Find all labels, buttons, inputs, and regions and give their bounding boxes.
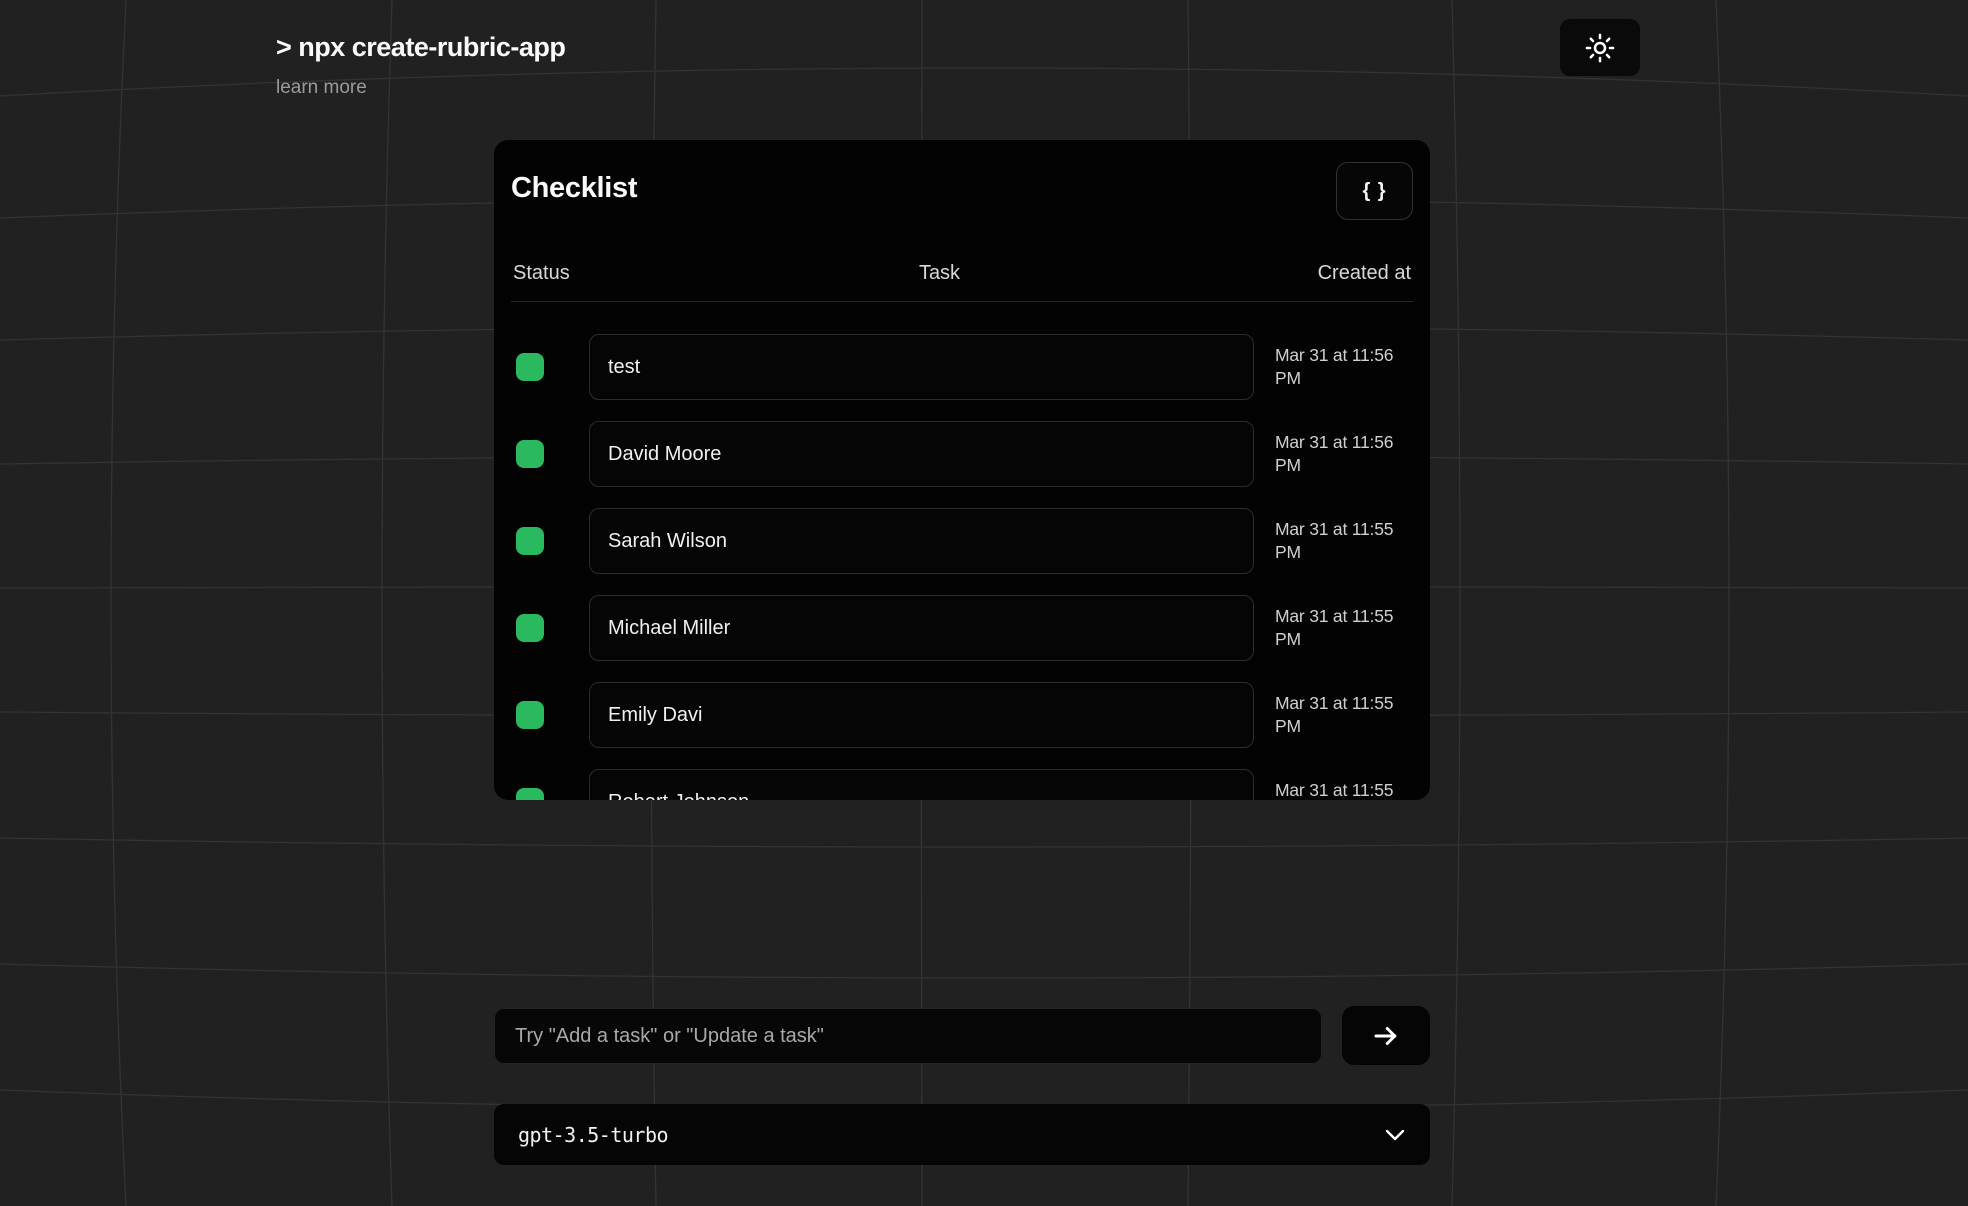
task-checkbox[interactable] xyxy=(516,353,544,381)
checklist-card: Checklist { } Status Task Created at Mar… xyxy=(494,140,1430,800)
task-input[interactable] xyxy=(589,769,1254,800)
header-divider xyxy=(511,301,1413,302)
task-input[interactable] xyxy=(589,682,1254,748)
checklist-title: Checklist xyxy=(511,172,637,205)
task-list: Mar 31 at 11:56 PM Mar 31 at 11:56 PM Ma… xyxy=(511,334,1413,800)
created-at-label: Mar 31 at 11:56 PM xyxy=(1275,344,1413,390)
created-at-label: Mar 31 at 11:55 PM xyxy=(1275,692,1413,738)
submit-task-button[interactable] xyxy=(1342,1006,1430,1065)
table-row: Mar 31 at 11:56 PM xyxy=(511,421,1413,487)
table-row: Mar 31 at 11:55 PM xyxy=(511,508,1413,574)
task-checkbox[interactable] xyxy=(516,614,544,642)
column-header-created-at: Created at xyxy=(1272,262,1413,285)
sun-icon xyxy=(1585,33,1615,63)
table-row: Mar 31 at 11:55 PM xyxy=(511,595,1413,661)
chevron-down-icon xyxy=(1384,1128,1406,1142)
task-input[interactable] xyxy=(589,508,1254,574)
model-select[interactable]: gpt-3.5-turbo xyxy=(494,1104,1430,1165)
created-at-label: Mar 31 at 11:55 PM xyxy=(1275,779,1413,800)
task-checkbox[interactable] xyxy=(516,701,544,729)
task-input[interactable] xyxy=(589,334,1254,400)
table-column-headers: Status Task Created at xyxy=(511,262,1413,285)
checklist-card-header: Checklist { } xyxy=(511,140,1413,220)
table-row: Mar 31 at 11:55 PM xyxy=(511,769,1413,800)
task-checkbox[interactable] xyxy=(516,788,544,800)
created-at-label: Mar 31 at 11:55 PM xyxy=(1275,605,1413,651)
model-select-value: gpt-3.5-turbo xyxy=(518,1123,668,1147)
theme-toggle-button[interactable] xyxy=(1560,19,1640,76)
task-command-input[interactable] xyxy=(494,1008,1322,1064)
learn-more-link[interactable]: learn more xyxy=(276,77,367,99)
task-checkbox[interactable] xyxy=(516,440,544,468)
created-at-label: Mar 31 at 11:55 PM xyxy=(1275,518,1413,564)
created-at-label: Mar 31 at 11:56 PM xyxy=(1275,431,1413,477)
task-input[interactable] xyxy=(589,421,1254,487)
column-header-status: Status xyxy=(511,262,607,285)
json-view-button[interactable]: { } xyxy=(1336,162,1413,220)
task-checkbox[interactable] xyxy=(516,527,544,555)
arrow-right-icon xyxy=(1371,1021,1401,1051)
column-header-task: Task xyxy=(607,262,1272,285)
task-input[interactable] xyxy=(589,595,1254,661)
table-row: Mar 31 at 11:56 PM xyxy=(511,334,1413,400)
app-title: > npx create-rubric-app xyxy=(276,32,565,63)
table-row: Mar 31 at 11:55 PM xyxy=(511,682,1413,748)
app-header: > npx create-rubric-app learn more xyxy=(276,32,565,99)
